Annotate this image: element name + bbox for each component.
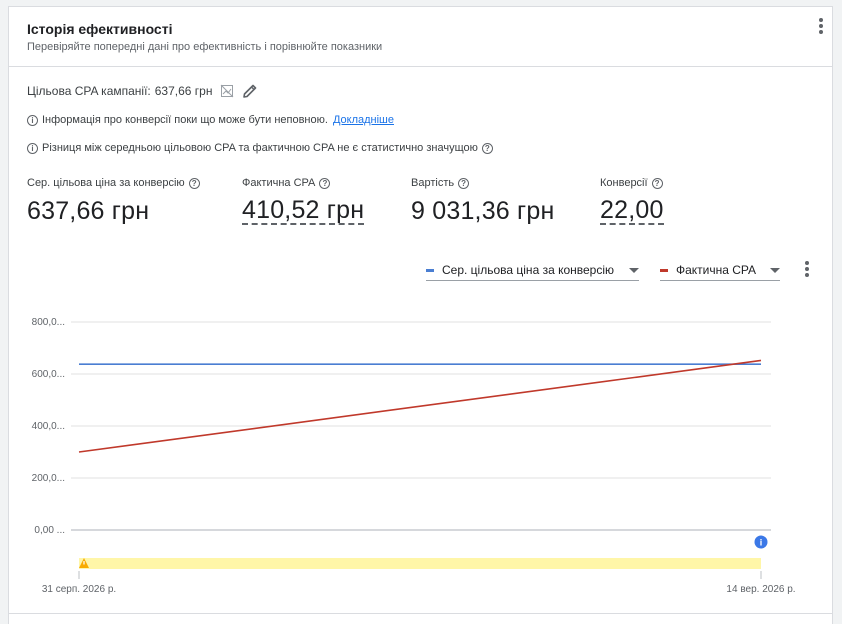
y-tick-label: 800,0... — [32, 317, 65, 328]
metric-value[interactable]: 22,00 — [600, 197, 664, 225]
header-divider — [9, 66, 832, 67]
info-icon: i — [27, 114, 38, 126]
difference-notice: i Різниця між середньою цільовою CPA та … — [27, 142, 493, 154]
chart-more-menu-icon[interactable] — [801, 260, 813, 280]
metric-actual-cpa: Фактична CPA? 410,52 грн — [242, 177, 365, 225]
target-cpa-label: Цільова CPA кампанії: — [27, 84, 151, 98]
dropdown-arrow-icon — [770, 267, 780, 273]
metric-conversions: Конверсії? 22,00 — [600, 177, 664, 225]
card-subtitle: Перевіряйте попередні дані про ефективні… — [27, 41, 383, 53]
conversions-notice-text: Інформація про конверсії поки що може бу… — [42, 114, 328, 126]
help-icon[interactable]: ? — [188, 177, 200, 189]
y-tick-label: 0,00 ... — [34, 525, 65, 536]
help-icon[interactable]: ? — [458, 177, 470, 189]
metric-value: 9 031,36 грн — [411, 197, 555, 225]
x-tick-label: 31 серп. 2026 р. — [42, 584, 116, 595]
dropdown-arrow-icon — [629, 267, 639, 273]
target-cpa-value: 637,66 грн — [154, 84, 213, 98]
performance-history-card: Історія ефективності Перевіряйте поперед… — [8, 6, 833, 624]
help-icon[interactable]: ? — [651, 177, 663, 189]
metric-label: Сер. цільова ціна за конверсію — [27, 177, 185, 189]
help-icon[interactable]: ? — [481, 142, 493, 154]
card-more-menu-icon[interactable] — [815, 17, 827, 37]
y-tick-label: 400,0... — [32, 421, 65, 432]
metric-label: Конверсії — [600, 177, 648, 189]
y-tick-label: 600,0... — [32, 369, 65, 380]
series2-swatch — [660, 268, 668, 272]
target-cpa-row: Цільова CPA кампанії: 637,66 грн — [27, 83, 258, 99]
warning-icon-mark — [83, 561, 85, 565]
metric-cost: Вартість? 9 031,36 грн — [411, 177, 555, 226]
info-icon: i — [27, 142, 38, 154]
warning-band — [79, 558, 761, 569]
series1-selector[interactable]: Сер. цільова ціна за конверсію — [426, 260, 639, 281]
metric-label: Вартість — [411, 177, 455, 189]
series1-label: Сер. цільова ціна за конверсію — [442, 263, 615, 277]
series2-selector[interactable]: Фактична CPA — [660, 260, 780, 281]
metric-label: Фактична CPA — [242, 177, 316, 189]
hide-chart-icon[interactable] — [220, 84, 234, 98]
learn-more-link[interactable]: Докладніше — [333, 114, 394, 126]
card-title: Історія ефективності — [27, 21, 173, 37]
footer-divider — [9, 613, 832, 614]
metric-value[interactable]: 410,52 грн — [242, 197, 365, 225]
help-icon[interactable]: ? — [319, 177, 331, 189]
info-marker-label: i — [760, 538, 763, 548]
x-tick-label: 14 вер. 2026 р. — [726, 584, 795, 595]
conversions-notice: i Інформація про конверсії поки що може … — [27, 114, 394, 126]
performance-chart: 800,0... 600,0... 400,0... 200,0... 0,00 ...… — [32, 317, 796, 595]
difference-notice-text: Різниця між середньою цільовою CPA та фа… — [42, 142, 478, 154]
series1-swatch — [426, 268, 434, 272]
series2-label: Фактична CPA — [676, 263, 757, 277]
metric-value: 637,66 грн — [27, 197, 150, 225]
metric-avg-target-cpa: Сер. цільова ціна за конверсію? 637,66 г… — [27, 177, 200, 226]
edit-pencil-icon[interactable] — [242, 83, 258, 99]
y-tick-label: 200,0... — [32, 473, 65, 484]
